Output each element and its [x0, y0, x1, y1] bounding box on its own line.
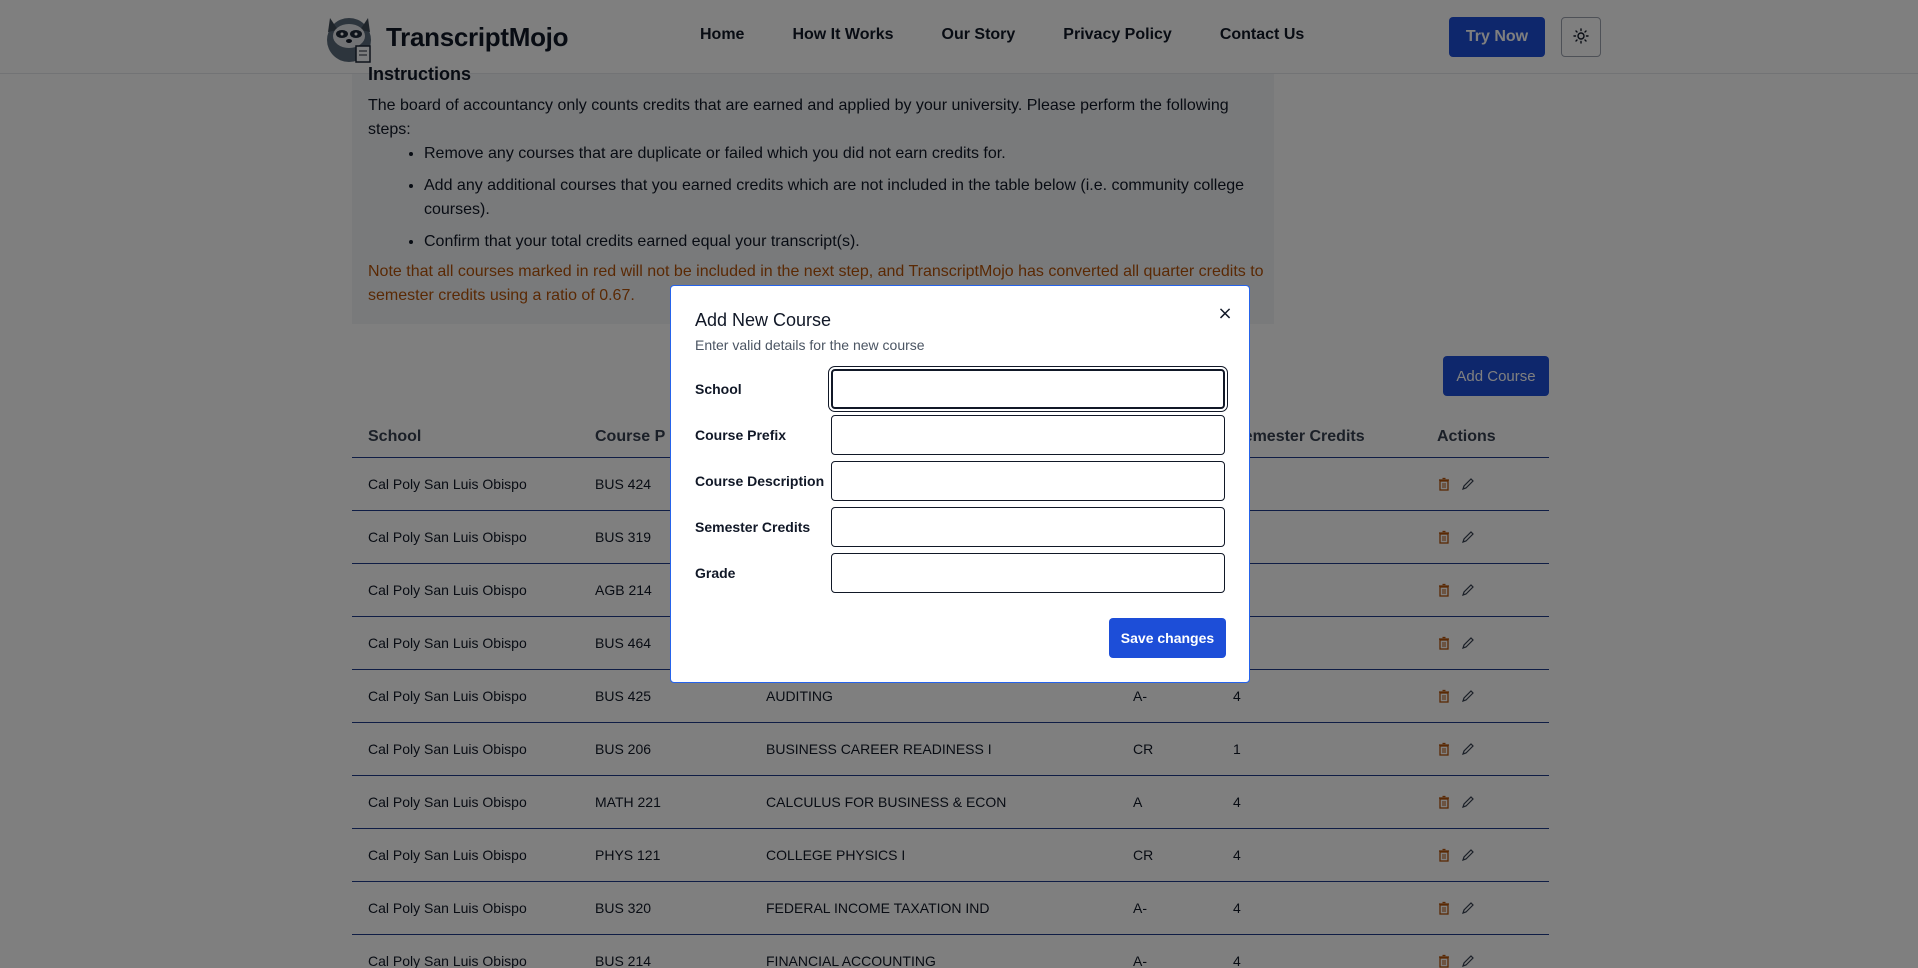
semester-credits-field: Semester Credits	[695, 506, 1229, 548]
semester-credits-label: Semester Credits	[695, 519, 811, 535]
modal-title: Add New Course	[695, 310, 832, 330]
course-description-input[interactable]	[831, 461, 1225, 501]
semester-credits-input[interactable]	[831, 507, 1225, 547]
course-prefix-field: Course Prefix	[695, 414, 1229, 456]
grade-label: Grade	[695, 565, 736, 581]
save-changes-button[interactable]: Save changes	[1109, 618, 1226, 658]
grade-field: Grade	[695, 552, 1229, 594]
modal-subtitle: Enter valid details for the new course	[695, 337, 925, 353]
school-label: School	[695, 381, 742, 397]
close-icon[interactable]: ×	[1213, 302, 1237, 326]
course-prefix-input[interactable]	[831, 415, 1225, 455]
course-prefix-label: Course Prefix	[695, 427, 787, 443]
school-field: School	[695, 368, 1229, 410]
add-course-modal: Add New Course Enter valid details for t…	[670, 285, 1250, 683]
school-input[interactable]	[831, 369, 1225, 409]
course-description-label: Course Description	[695, 473, 825, 489]
grade-input[interactable]	[831, 553, 1225, 593]
course-description-field: Course Description	[695, 460, 1229, 502]
